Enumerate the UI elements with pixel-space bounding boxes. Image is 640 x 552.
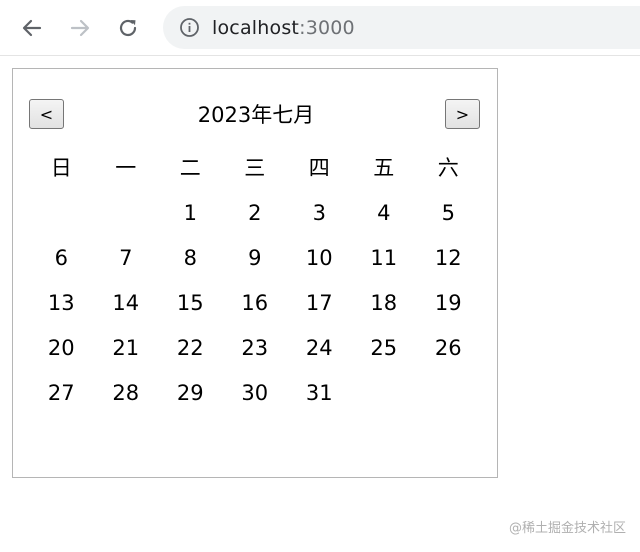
back-button[interactable] [16, 12, 48, 44]
day-cell[interactable]: 15 [158, 281, 223, 326]
weekday-header: 四 [308, 156, 330, 180]
weekday-header: 六 [437, 156, 459, 180]
browser-toolbar: localhost:3000 [0, 0, 640, 56]
day-cell[interactable]: 10 [287, 236, 352, 281]
day-cell[interactable]: 4 [352, 191, 417, 236]
day-cell[interactable]: 2 [223, 191, 288, 236]
reload-button[interactable] [112, 12, 144, 44]
day-cell[interactable]: 14 [94, 281, 159, 326]
day-cell[interactable]: 19 [416, 281, 481, 326]
weekday-header: 三 [244, 156, 266, 180]
day-cell[interactable]: 31 [287, 371, 352, 416]
forward-button[interactable] [64, 12, 96, 44]
watermark: @稀土掘金技术社区 [508, 521, 626, 536]
empty-day-cell [352, 371, 417, 416]
day-cell[interactable]: 8 [158, 236, 223, 281]
month-title: 2023年七月 [197, 103, 315, 127]
day-cell[interactable]: 27 [29, 371, 94, 416]
day-cell[interactable]: 16 [223, 281, 288, 326]
day-cell[interactable]: 13 [29, 281, 94, 326]
day-cell[interactable]: 24 [287, 326, 352, 371]
day-cell[interactable]: 28 [94, 371, 159, 416]
day-cell[interactable]: 22 [158, 326, 223, 371]
day-cell[interactable]: 1 [158, 191, 223, 236]
day-cell[interactable]: 9 [223, 236, 288, 281]
address-bar[interactable]: localhost:3000 [163, 6, 640, 49]
reload-icon [119, 19, 137, 37]
weekday-header-row: 日 一 二 三 四 五 六 [29, 146, 497, 191]
day-cell[interactable]: 29 [158, 371, 223, 416]
day-cell[interactable]: 5 [416, 191, 481, 236]
week-row: 13 14 15 16 17 18 19 [29, 281, 497, 326]
day-cell[interactable]: 26 [416, 326, 481, 371]
forward-arrow-icon [70, 19, 90, 37]
calendar: < 2023年七月 > 日 一 二 三 四 五 六 1 2 3 4 5 6 7 … [12, 68, 498, 478]
day-cell[interactable]: 20 [29, 326, 94, 371]
empty-day-cell [94, 191, 159, 236]
day-cell[interactable]: 25 [352, 326, 417, 371]
day-cell[interactable]: 7 [94, 236, 159, 281]
day-cell[interactable]: 12 [416, 236, 481, 281]
day-cell[interactable]: 30 [223, 371, 288, 416]
day-cell[interactable]: 17 [287, 281, 352, 326]
week-row: 1 2 3 4 5 [29, 191, 497, 236]
week-row: 6 7 8 9 10 11 12 [29, 236, 497, 281]
day-cell[interactable]: 23 [223, 326, 288, 371]
empty-day-cell [416, 371, 481, 416]
week-row: 27 28 29 30 31 [29, 371, 497, 416]
week-row: 20 21 22 23 24 25 26 [29, 326, 497, 371]
url-host: localhost [212, 16, 300, 39]
info-icon[interactable] [178, 17, 200, 39]
weekday-header: 五 [373, 156, 395, 180]
weekday-header: 二 [179, 156, 201, 180]
url-text[interactable]: localhost:3000 [212, 17, 355, 39]
weekday-header: 日 [50, 156, 72, 180]
empty-day-cell [29, 191, 94, 236]
day-cell[interactable]: 21 [94, 326, 159, 371]
next-month-button[interactable]: > [445, 99, 480, 129]
day-cell[interactable]: 18 [352, 281, 417, 326]
day-cell[interactable]: 11 [352, 236, 417, 281]
day-cell[interactable]: 6 [29, 236, 94, 281]
weekday-header: 一 [115, 156, 137, 180]
back-arrow-icon [22, 19, 42, 37]
day-cell[interactable]: 3 [287, 191, 352, 236]
calendar-grid: 日 一 二 三 四 五 六 1 2 3 4 5 6 7 8 9 10 11 12… [29, 146, 497, 416]
url-port: :3000 [299, 16, 355, 39]
